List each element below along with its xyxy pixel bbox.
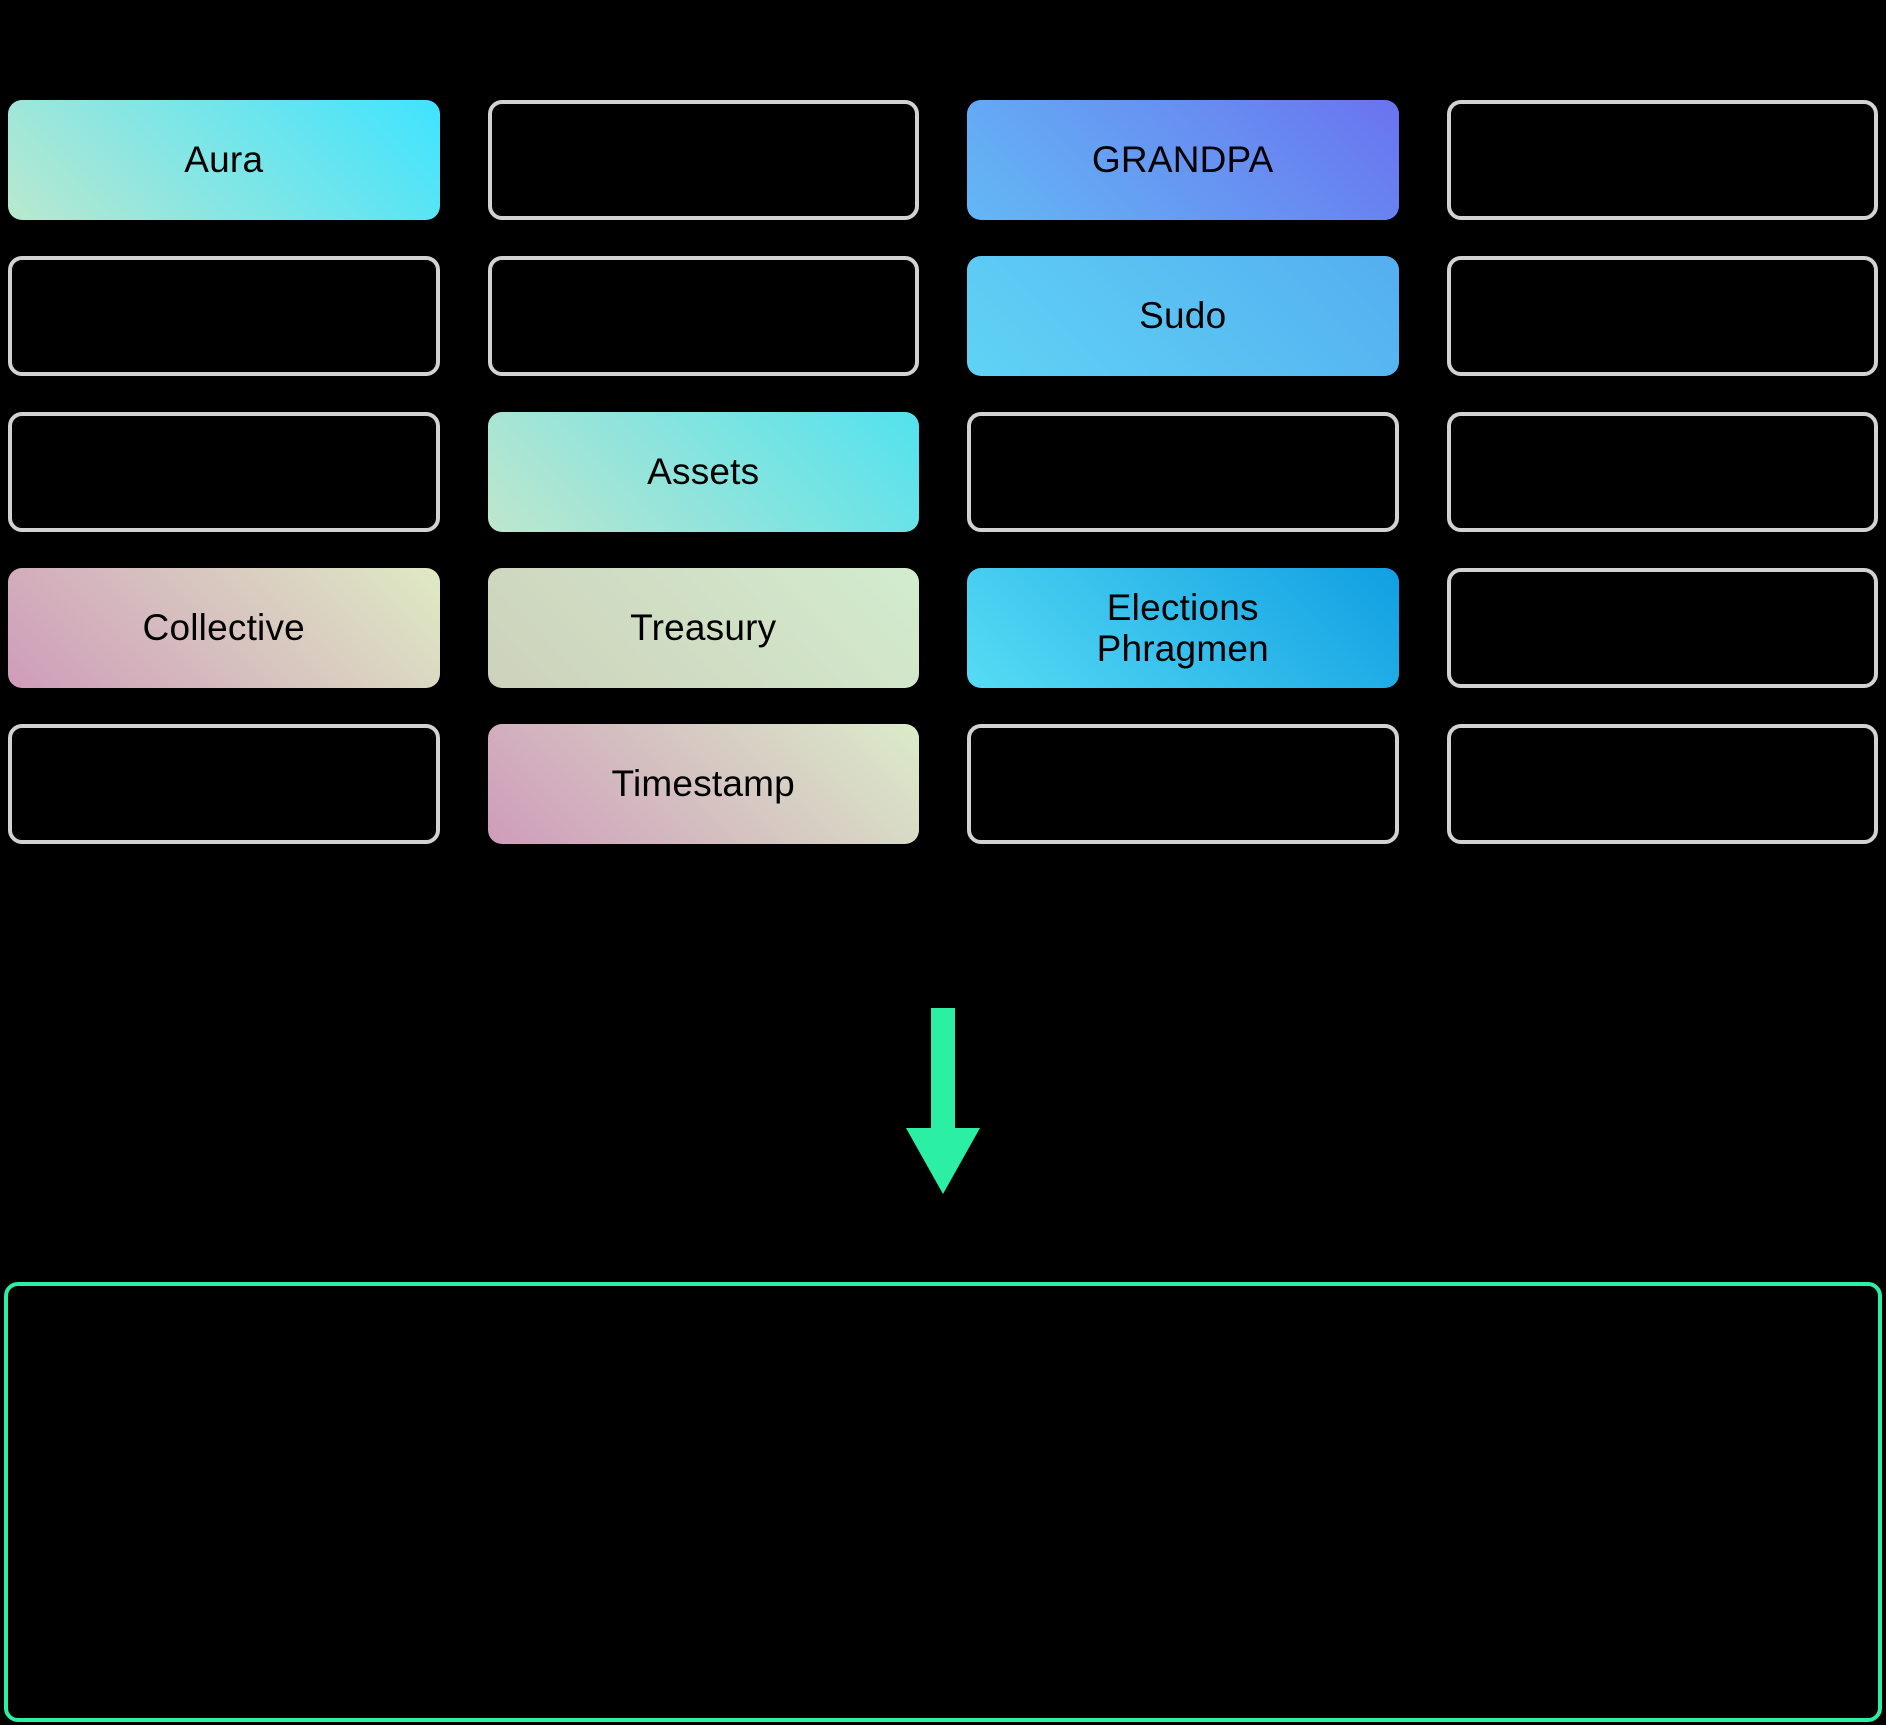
arrow-down-icon: [906, 1008, 980, 1194]
pallet-card-r5c2[interactable]: Timestamp: [487, 724, 919, 844]
pallet-placeholder-r2c2[interactable]: [487, 256, 919, 376]
pallet-placeholder-r2c4[interactable]: [1446, 256, 1878, 376]
pallet-label: Treasury: [630, 607, 777, 649]
pallet-grid: Aura GRANDPA Sudo Assets Collective Treasury E…: [0, 0, 1886, 844]
pallet-card-r3c2[interactable]: Assets: [487, 412, 919, 532]
pallet-card-r1c3[interactable]: GRANDPA: [967, 100, 1399, 220]
pallet-label: Timestamp: [611, 763, 795, 805]
runtime-box-label: [8, 1286, 1878, 1718]
pallet-placeholder-r3c1[interactable]: [8, 412, 440, 532]
pallet-placeholder-r4c4[interactable]: [1446, 568, 1878, 688]
pallet-label: Elections Phragmen: [1096, 586, 1269, 669]
pallet-card-r4c2[interactable]: Treasury: [487, 568, 919, 688]
runtime-box: [4, 1282, 1882, 1722]
pallet-card-r2c3[interactable]: Sudo: [967, 256, 1399, 376]
pallet-placeholder-r5c3[interactable]: [967, 724, 1399, 844]
arrow-down-container: [0, 1008, 1886, 1198]
pallet-label: Collective: [142, 607, 305, 649]
diagram-root: Aura GRANDPA Sudo Assets Collective Treasury E…: [0, 0, 1886, 1725]
pallet-placeholder-r5c1[interactable]: [8, 724, 440, 844]
pallet-placeholder-r1c2[interactable]: [487, 100, 919, 220]
pallet-placeholder-r5c4[interactable]: [1446, 724, 1878, 844]
pallet-placeholder-r3c3[interactable]: [967, 412, 1399, 532]
pallet-label: GRANDPA: [1091, 139, 1274, 181]
pallet-label: Assets: [647, 451, 760, 493]
pallet-card-r1c1[interactable]: Aura: [8, 100, 440, 220]
pallet-placeholder-r1c4[interactable]: [1446, 100, 1878, 220]
pallet-label: Sudo: [1139, 295, 1227, 337]
pallet-card-r4c3[interactable]: Elections Phragmen: [967, 568, 1399, 688]
pallet-placeholder-r2c1[interactable]: [8, 256, 440, 376]
pallet-card-r4c1[interactable]: Collective: [8, 568, 440, 688]
pallet-label: Aura: [184, 139, 264, 181]
pallet-placeholder-r3c4[interactable]: [1446, 412, 1878, 532]
